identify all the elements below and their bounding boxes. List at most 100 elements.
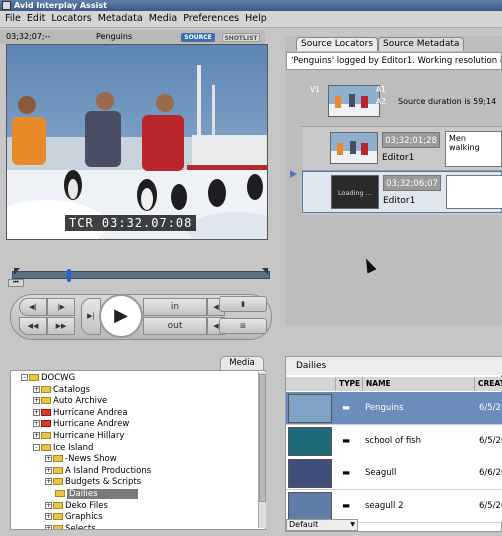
locator-comment-field[interactable] [446, 175, 502, 209]
expand-icon[interactable]: + [33, 385, 40, 393]
step-forward-button[interactable]: |▶ [47, 298, 75, 316]
position-bar[interactable]: ⏮ [8, 268, 270, 287]
tree-item[interactable]: Dailies [45, 489, 138, 501]
locator-row[interactable]: 03;32;01;28 Editor1 Men walking [302, 127, 502, 171]
expand-icon[interactable]: + [33, 408, 40, 416]
expand-icon[interactable]: + [45, 478, 52, 486]
expand-icon[interactable]: + [33, 432, 40, 439]
monitor-header: 03;32;07;-- Penguins SOURCE SHOTLIST [0, 30, 265, 44]
menu-help[interactable]: Help [242, 11, 270, 27]
folder-icon [41, 432, 51, 439]
tree-item[interactable]: + Hurricane Andrea [33, 408, 128, 420]
collapse-icon[interactable]: - [21, 374, 28, 381]
clip-name: Penguins [365, 403, 404, 413]
position-track[interactable] [12, 271, 270, 279]
folder-icon [41, 397, 51, 405]
tree-item[interactable]: - DOCWG [21, 373, 75, 385]
mark-out-button[interactable]: out [143, 317, 207, 335]
clip-thumbnail [288, 491, 332, 521]
clip-thumbnail [288, 459, 332, 488]
tree-item-label: Hurricane Hillary [53, 431, 125, 441]
tab-source-metadata[interactable]: Source Metadata [378, 37, 465, 51]
tree-item[interactable]: + Hurricane Andrew [33, 419, 129, 431]
audio-track-1-label: A1 [376, 85, 386, 94]
fast-forward-button[interactable]: ▶▶ [47, 317, 75, 335]
tree-item[interactable]: + Graphics [45, 512, 103, 524]
table-row[interactable]: ▬ Seagull 6/6/20 [286, 457, 502, 490]
tree-item[interactable]: + A Island Productions [45, 466, 151, 478]
tree-item[interactable]: - Ice Island [33, 443, 93, 455]
app-logo-icon [2, 1, 11, 10]
menu-file[interactable]: File [0, 11, 24, 27]
locator-comment-field[interactable]: Men walking [445, 131, 502, 167]
go-to-start-icon[interactable]: ⏮ [8, 279, 24, 287]
tree-item[interactable]: + Selects [45, 524, 96, 529]
clip-thumbnail [288, 394, 332, 423]
expand-icon[interactable]: + [45, 513, 52, 521]
tree-item[interactable]: + -News Show [45, 454, 117, 466]
expand-icon[interactable]: + [45, 501, 52, 509]
menu-metadata[interactable]: Metadata [95, 11, 146, 27]
clip-name: school of fish [365, 435, 422, 446]
expand-icon[interactable]: + [45, 455, 52, 463]
tab-media[interactable]: Media [220, 356, 264, 370]
table-row[interactable]: ▬ seagull 2 6/5/20 [286, 489, 502, 523]
chevron-down-icon: ▼ [350, 521, 355, 528]
monitor-clip-name: Penguins [96, 32, 133, 41]
tree-scrollbar[interactable] [258, 372, 266, 528]
mark-in-button[interactable]: in [143, 298, 207, 316]
play-button[interactable]: ▶ [99, 294, 143, 338]
table-row[interactable]: ▬ school of fish 6/5/20 [286, 424, 502, 458]
tree-item[interactable]: + Deko Files [45, 501, 108, 513]
clip-name: Seagull [365, 468, 397, 478]
folder-icon [53, 524, 63, 529]
play-in-to-out-button[interactable]: ▶| [81, 298, 101, 335]
video-monitor[interactable]: TCR 03:32.07:08 [6, 44, 268, 240]
expand-icon[interactable]: + [45, 466, 52, 474]
view-select[interactable]: Default ▼ [286, 519, 358, 531]
tree-item[interactable]: + Auto Archive [33, 396, 107, 408]
expand-icon[interactable]: + [45, 524, 52, 529]
source-toggle-button[interactable]: SOURCE [181, 33, 215, 42]
clip-type-icon: ▬ [342, 468, 351, 478]
folder-icon [41, 443, 51, 451]
menu-edit[interactable]: Edit [24, 11, 48, 27]
add-locator-button[interactable]: ▮ [219, 296, 267, 312]
clip-thumbnail [288, 426, 332, 456]
collapse-icon[interactable]: - [33, 443, 40, 451]
expand-icon[interactable]: + [33, 420, 40, 428]
tree-scrollbar-thumb[interactable] [259, 374, 266, 502]
title-bar: Avid Interplay Assist [0, 0, 502, 11]
add-to-shotlist-button[interactable]: ⊞ [219, 318, 267, 334]
shotlist-toggle-button[interactable]: SHOTLIST [222, 33, 260, 42]
folder-icon [53, 478, 63, 486]
column-creation-date[interactable]: CREAT [475, 377, 502, 391]
app-title: Avid Interplay Assist [14, 1, 107, 10]
tree-item[interactable]: + Catalogs [33, 385, 90, 397]
locator-user: Editor1 [383, 196, 416, 206]
tree-item[interactable]: + Hurricane Hillary [33, 431, 124, 443]
menu-preferences[interactable]: Preferences [180, 11, 242, 27]
tree-item-label: Dailies [67, 489, 138, 499]
menu-locators[interactable]: Locators [48, 11, 94, 27]
rewind-button[interactable]: ◀◀ [19, 317, 47, 335]
menu-media[interactable]: Media [146, 11, 181, 27]
column-name[interactable]: NAME [363, 377, 475, 391]
clip-creation-date: 6/5/20 [479, 435, 502, 446]
locator-row-selected[interactable]: Loading ... 03;32;06;07 Editor1 [302, 171, 502, 213]
column-type[interactable]: TYPE [336, 377, 363, 391]
locator-list: V1 A1 A2 Source duration is 59;14 03;32;… [302, 75, 502, 215]
tree-item-label: Deko Files [65, 500, 108, 511]
locator-timecode[interactable]: 03;32;06;07 [383, 175, 441, 191]
tree-item[interactable]: + Budgets & Scripts [45, 477, 141, 489]
expand-icon[interactable]: + [33, 397, 40, 405]
step-back-button[interactable]: ◀| [19, 298, 47, 316]
table-row[interactable]: ▬ Penguins 6/5/20 [286, 392, 502, 425]
penguins-video-frame [7, 45, 267, 239]
locator-timecode[interactable]: 03;32;01;28 [382, 132, 440, 148]
playhead[interactable] [67, 269, 71, 282]
tree-item-label: Hurricane Andrew [53, 419, 130, 430]
tab-source-locators[interactable]: Source Locators [296, 37, 379, 51]
tree-item-label: Hurricane Andrea [53, 407, 128, 418]
logged-status: 'Penguins' logged by Editor1. Working re… [286, 52, 502, 70]
